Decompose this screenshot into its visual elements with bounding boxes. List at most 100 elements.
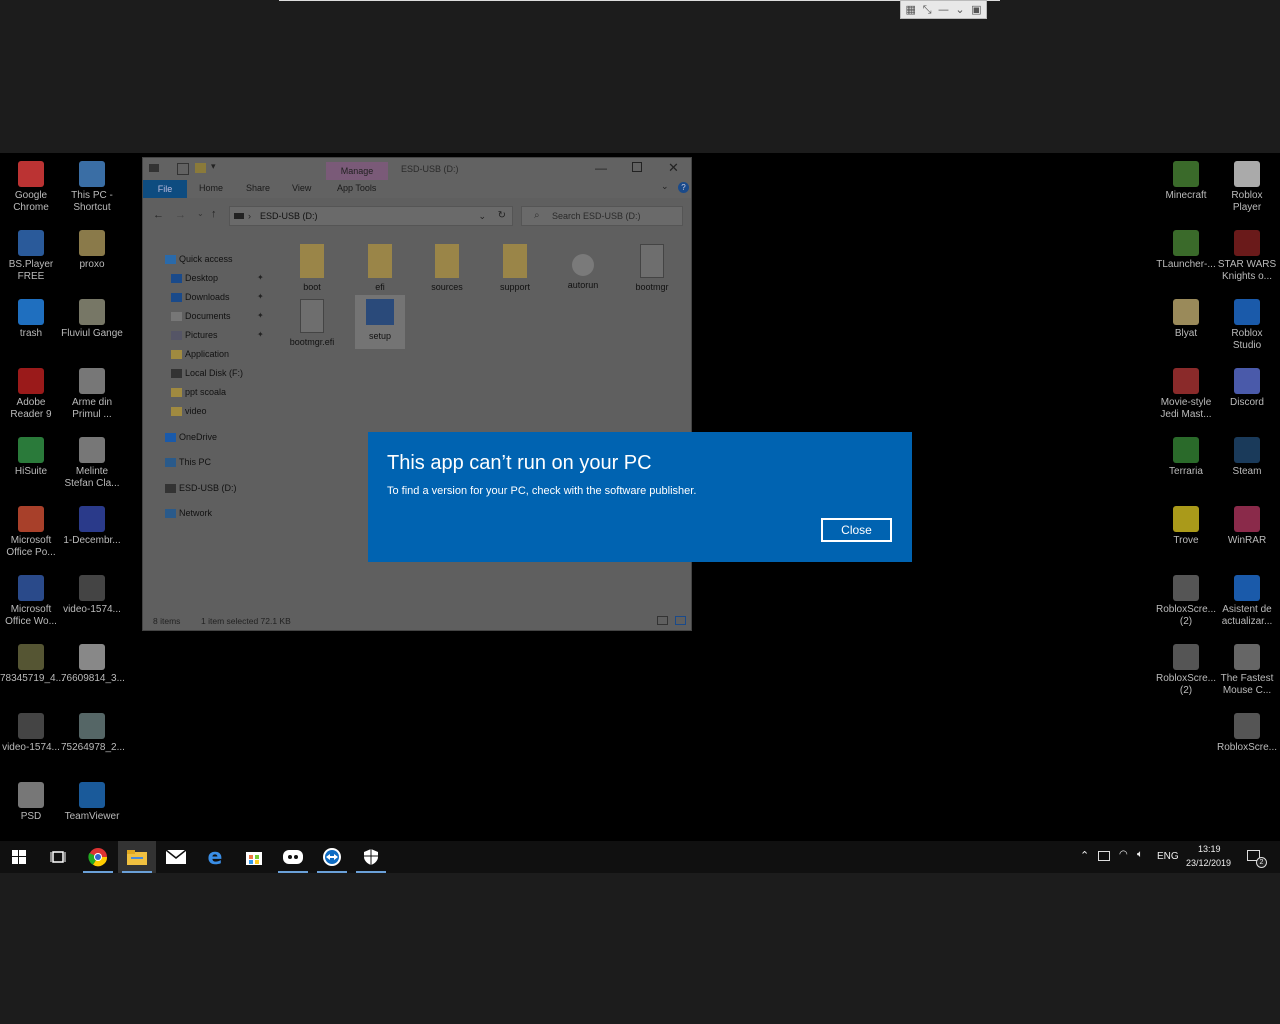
chevron-down-icon[interactable]: ⌄ — [953, 3, 966, 17]
close-button[interactable]: Close — [821, 518, 892, 542]
details-view-icon[interactable] — [657, 616, 668, 625]
grid-icon[interactable]: ▦ — [904, 3, 917, 17]
desktop-icon-right-3[interactable]: STAR WARS Knights o... — [1216, 224, 1278, 283]
desktop-icon-right-13[interactable]: Asistent de actualizar... — [1216, 569, 1278, 628]
close-window-button[interactable]: ✕ — [668, 160, 679, 176]
desktop-icon-left-11[interactable]: 1-Decembr... — [61, 500, 123, 547]
desktop-icon-left-13[interactable]: video-1574... — [61, 569, 123, 616]
desktop-icon-right-9[interactable]: Steam — [1216, 431, 1278, 478]
desktop-icon-left-8[interactable]: HiSuite — [0, 431, 62, 478]
file-item-setup[interactable]: setup — [355, 295, 405, 349]
help-icon[interactable]: ? — [678, 182, 689, 193]
remote-screen-icon[interactable]: ▣ — [970, 3, 983, 17]
forward-arrow-icon[interactable]: → — [175, 209, 186, 221]
desktop-icon-left-12[interactable]: Microsoft Office Wo... — [0, 569, 62, 628]
taskbar-store[interactable] — [235, 841, 273, 873]
desktop-icon-left-14[interactable]: 78345719_4... — [0, 638, 64, 685]
refresh-icon[interactable]: ↻ — [498, 207, 506, 225]
file-item-bootmgr[interactable]: bootmgr — [627, 244, 677, 293]
desktop-icon-right-15[interactable]: The Fastest Mouse C... — [1216, 638, 1278, 697]
desktop-icon-right-11[interactable]: WinRAR — [1216, 500, 1278, 547]
taskbar-file-explorer[interactable] — [118, 841, 156, 873]
tab-app-tools[interactable]: App Tools — [337, 183, 376, 193]
desktop-icon-right-16[interactable]: RobloxScre... — [1216, 707, 1278, 754]
recent-dropdown-icon[interactable]: ⌄ — [197, 209, 204, 218]
desktop-icon-left-6[interactable]: Adobe Reader 9 — [0, 362, 62, 421]
quick-access-dropdown-icon[interactable]: ▾ — [211, 161, 216, 172]
desktop-icon-right-10[interactable]: Trove — [1155, 500, 1217, 547]
desktop-icon-left-3[interactable]: proxo — [61, 224, 123, 271]
pin-icon[interactable]: ✦ — [257, 330, 264, 339]
address-bar[interactable]: › ESD-USB (D:) ⌄ ↻ — [229, 206, 513, 226]
desktop-icon-left-16[interactable]: video-1574... — [0, 707, 62, 754]
desktop-icon-right-14[interactable]: RobloxScre... (2) — [1155, 638, 1217, 697]
desktop-icon-left-18[interactable]: PSD — [0, 776, 62, 823]
desktop-icon-right-5[interactable]: Roblox Studio — [1216, 293, 1278, 352]
taskbar-teamviewer[interactable] — [313, 841, 351, 873]
desktop-icon-left-7[interactable]: Arme din Primul ... — [61, 362, 123, 421]
desktop-icon-left-9[interactable]: Melinte Stefan Cla... — [61, 431, 123, 490]
desktop-icon-right-4[interactable]: Blyat — [1155, 293, 1217, 340]
chevron-up-icon[interactable]: ⌃ — [1080, 849, 1089, 862]
desktop-icon-right-12[interactable]: RobloxScre... (2) — [1155, 569, 1217, 628]
desktop-icon-left-10[interactable]: Microsoft Office Po... — [0, 500, 62, 559]
file-item-support[interactable]: support — [490, 244, 540, 293]
nav-item-4[interactable]: Pictures ✦ — [171, 330, 264, 340]
pin-icon[interactable]: ✦ — [257, 311, 264, 320]
taskbar-mail[interactable] — [157, 841, 195, 873]
desktop-icon-left-4[interactable]: trash — [0, 293, 62, 340]
nav-item-1[interactable]: Desktop ✦ — [171, 273, 264, 283]
nav-item-8[interactable]: video — [171, 406, 207, 416]
desktop-icon-right-7[interactable]: Discord — [1216, 362, 1278, 409]
task-view-button[interactable] — [39, 841, 77, 873]
nav-item-10[interactable]: This PC — [165, 457, 211, 467]
desktop-icon-left-0[interactable]: Google Chrome — [0, 155, 62, 214]
maximize-button[interactable] — [632, 162, 642, 172]
taskbar-edge[interactable]: e — [196, 841, 234, 873]
desktop-icon-right-1[interactable]: Roblox Player — [1216, 155, 1278, 214]
volume-icon[interactable]: 🔈︎ — [1137, 849, 1143, 860]
nav-item-3[interactable]: Documents ✦ — [171, 311, 264, 321]
clock-date[interactable]: 23/12/2019 — [1186, 858, 1231, 868]
clock-time[interactable]: 13:19 — [1198, 844, 1221, 854]
desktop-icon-left-5[interactable]: Fluviul Gange — [61, 293, 123, 340]
nav-item-5[interactable]: Application — [171, 349, 229, 359]
new-folder-icon[interactable] — [195, 163, 206, 173]
security-tray-icon[interactable] — [1098, 851, 1110, 861]
nav-item-9[interactable]: OneDrive — [165, 432, 217, 442]
pin-icon[interactable]: ✦ — [257, 292, 264, 301]
search-input[interactable]: ⌕ Search ESD-USB (D:) — [521, 206, 683, 226]
taskbar-chrome[interactable] — [79, 841, 117, 873]
chevron-down-icon[interactable]: ⌄ — [661, 181, 669, 192]
language-indicator[interactable]: ENG — [1157, 851, 1179, 862]
desktop-icon-right-0[interactable]: Minecraft — [1155, 155, 1217, 202]
shrink-icon[interactable]: ⤡ — [920, 3, 933, 17]
desktop-icon-left-2[interactable]: BS.Player FREE — [0, 224, 62, 283]
nav-item-0[interactable]: Quick access — [165, 254, 233, 264]
desktop-icon-left-19[interactable]: TeamViewer — [61, 776, 123, 823]
tab-share[interactable]: Share — [246, 183, 270, 193]
up-arrow-icon[interactable]: ↑ — [211, 208, 217, 220]
minimize-icon[interactable]: — — [937, 3, 950, 17]
pin-icon[interactable]: ✦ — [257, 273, 264, 282]
large-icons-view-icon[interactable] — [675, 616, 686, 625]
file-item-efi[interactable]: efi — [355, 244, 405, 293]
nav-item-11[interactable]: ESD-USB (D:) — [143, 480, 267, 497]
minimize-button[interactable]: — — [595, 161, 607, 175]
desktop-icon-left-15[interactable]: 76609814_3... — [61, 638, 125, 685]
chevron-down-icon[interactable]: ⌄ — [478, 207, 486, 225]
desktop-icon-left-1[interactable]: This PC - Shortcut — [61, 155, 123, 214]
file-item-sources[interactable]: sources — [422, 244, 472, 293]
back-arrow-icon[interactable]: ← — [153, 209, 164, 221]
taskbar-security[interactable] — [352, 841, 390, 873]
tab-manage[interactable]: Manage — [326, 162, 388, 180]
nav-item-12[interactable]: Network — [165, 508, 212, 518]
nav-item-6[interactable]: Local Disk (F:) — [171, 368, 243, 378]
desktop-icon-right-8[interactable]: Terraria — [1155, 431, 1217, 478]
file-item-boot[interactable]: boot — [287, 244, 337, 293]
desktop-icon-right-2[interactable]: TLauncher-... — [1155, 224, 1217, 271]
desktop-icon-right-6[interactable]: Movie-style Jedi Mast... — [1155, 362, 1217, 421]
file-item-bootmgr-efi[interactable]: bootmgr.efi — [287, 299, 337, 348]
tab-file[interactable]: File — [143, 180, 187, 198]
nav-item-7[interactable]: ppt scoala — [171, 387, 226, 397]
